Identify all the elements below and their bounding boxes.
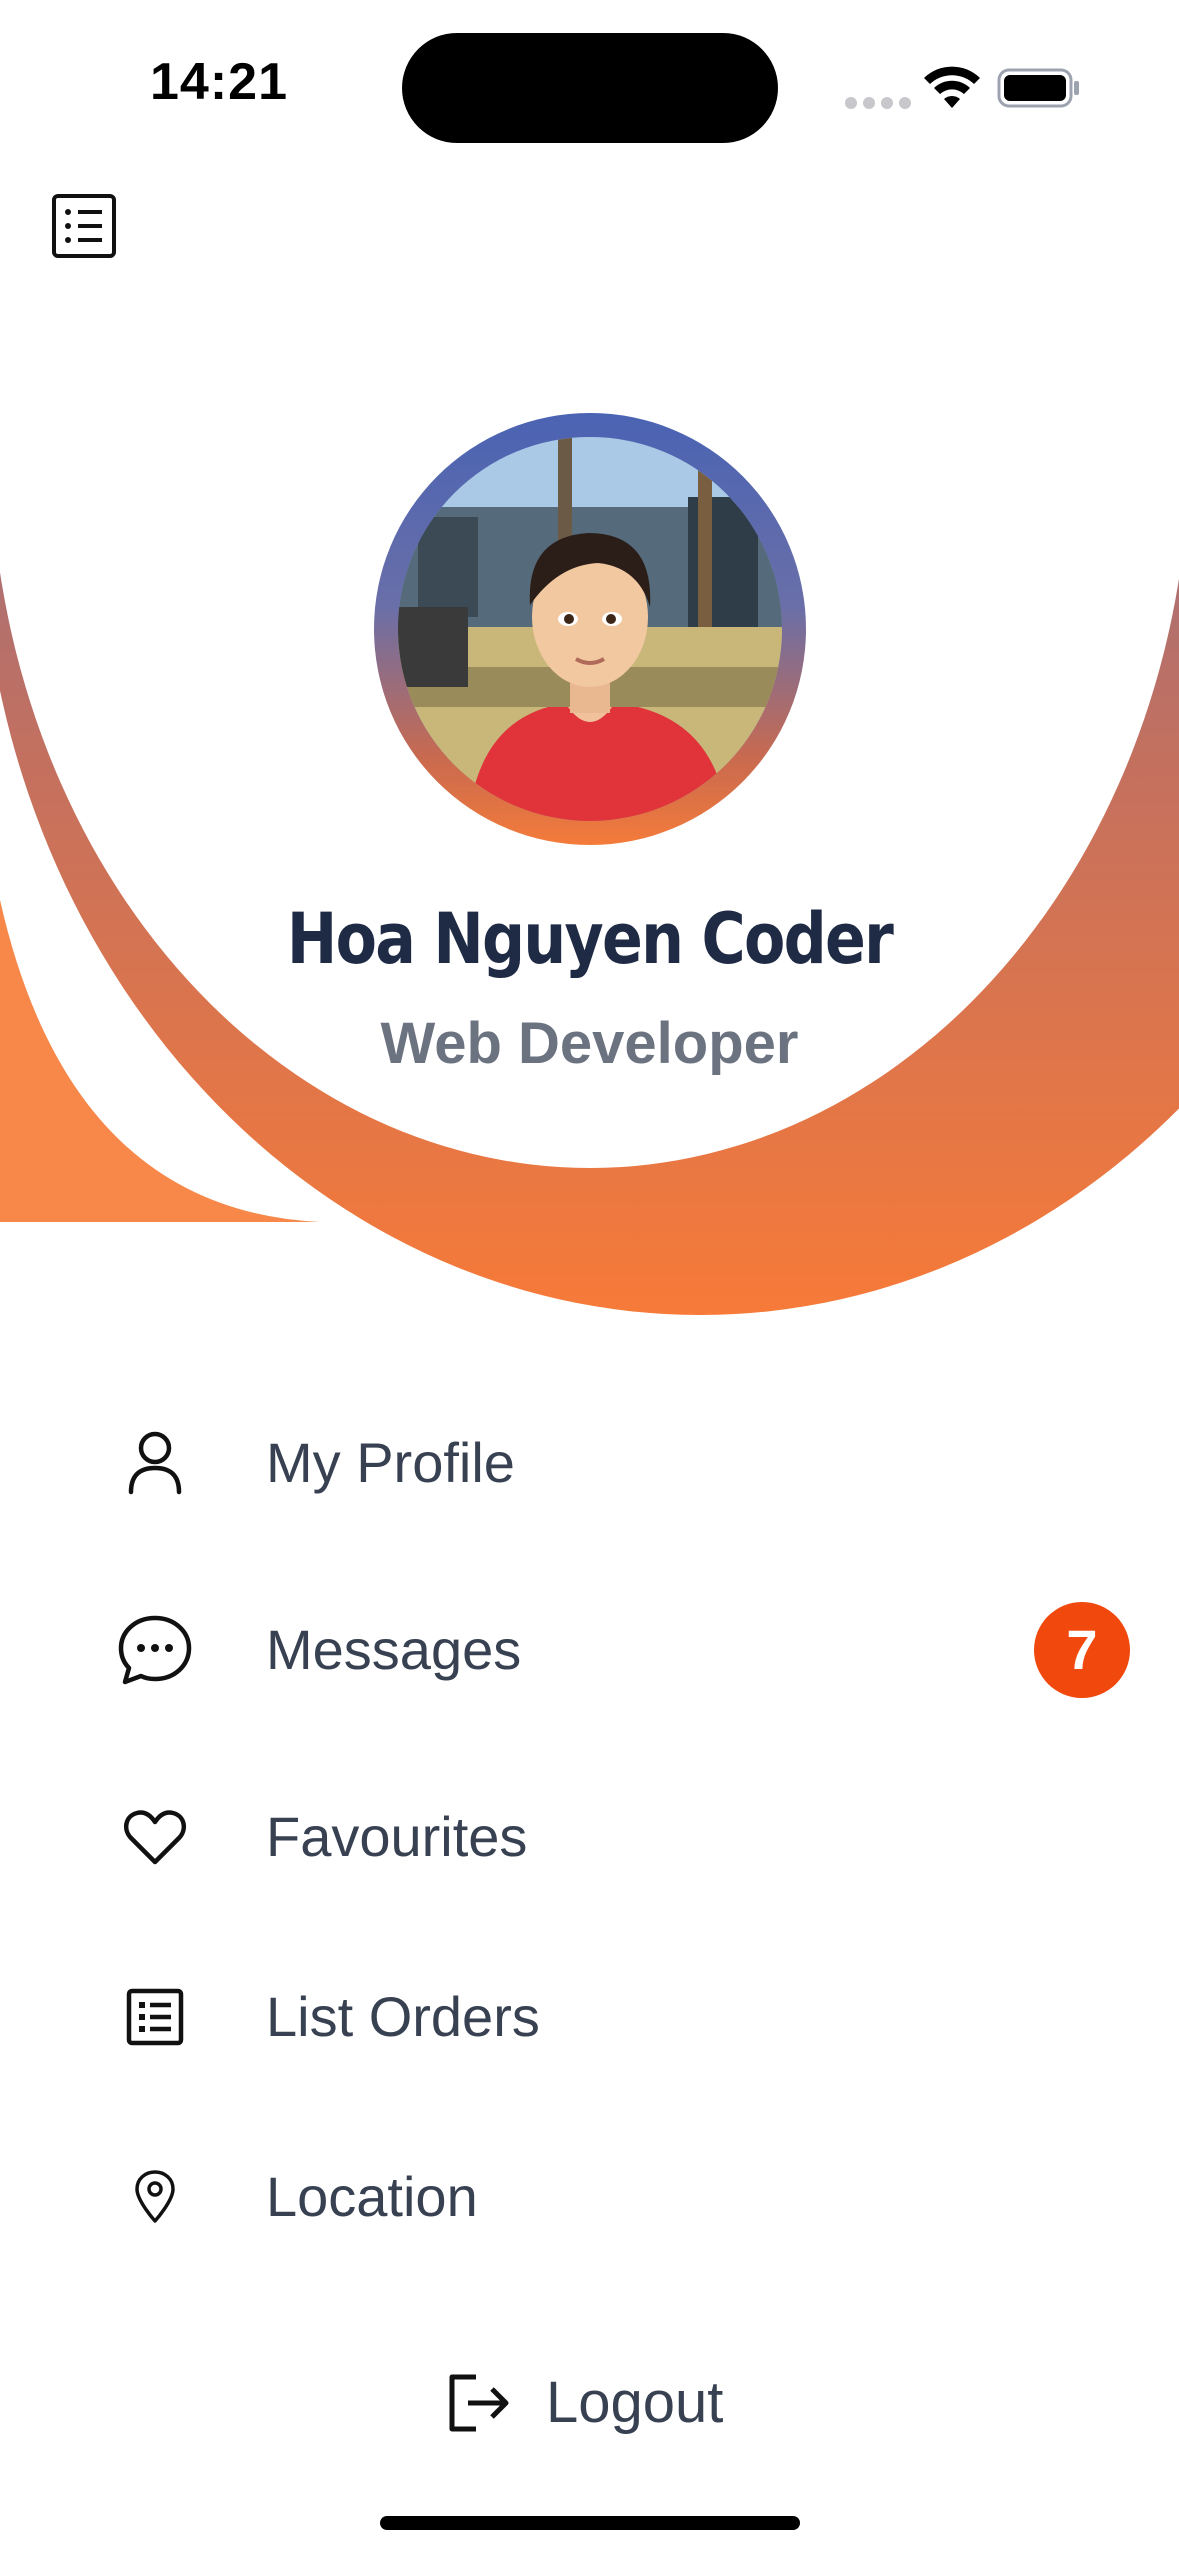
home-indicator bbox=[380, 2516, 800, 2530]
profile-role: Web Developer bbox=[380, 1011, 799, 1076]
battery-icon bbox=[997, 68, 1079, 108]
menu-item-label: List Orders bbox=[266, 1985, 540, 2048]
user-icon bbox=[112, 1388, 198, 1538]
cellular-signal-icon bbox=[845, 96, 917, 114]
chat-bubble-icon bbox=[112, 1575, 198, 1725]
menu-item-label: Location bbox=[266, 2165, 478, 2228]
menu-item-label: Favourites bbox=[266, 1805, 528, 1868]
status-time: 14:21 bbox=[150, 53, 288, 111]
menu-item-label: My Profile bbox=[266, 1431, 515, 1494]
map-pin-icon bbox=[112, 2122, 198, 2272]
messages-count-badge: 7 bbox=[1034, 1602, 1130, 1698]
menu-item-favourites[interactable]: Favourites bbox=[0, 1762, 1179, 1912]
wifi-icon bbox=[924, 66, 980, 108]
list-icon[interactable] bbox=[50, 192, 118, 260]
logout-label: Logout bbox=[546, 2370, 724, 2435]
logout-icon bbox=[446, 2348, 518, 2458]
menu-item-list-orders[interactable]: List Orders bbox=[0, 1942, 1179, 2092]
menu-item-label: Messages bbox=[266, 1618, 522, 1681]
menu-item-my-profile[interactable]: My Profile bbox=[0, 1388, 1179, 1538]
list-icon bbox=[112, 1942, 198, 2092]
dynamic-island bbox=[402, 33, 778, 143]
heart-icon bbox=[112, 1762, 198, 1912]
menu-item-messages[interactable]: Messages 7 bbox=[0, 1575, 1179, 1725]
profile-name: Hoa Nguyen Coder bbox=[286, 898, 894, 980]
menu-item-location[interactable]: Location bbox=[0, 2122, 1179, 2272]
avatar[interactable] bbox=[398, 437, 782, 821]
